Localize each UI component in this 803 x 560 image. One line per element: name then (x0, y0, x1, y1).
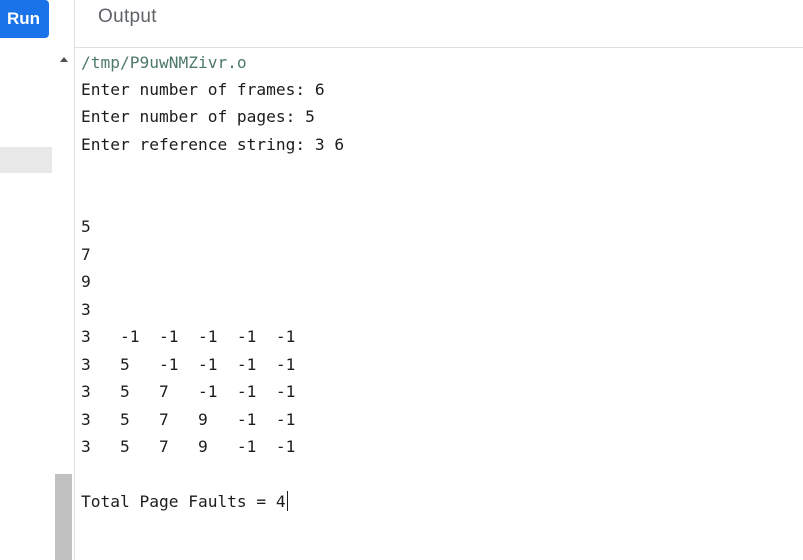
frame-table-row: 3 -1 -1 -1 -1 -1 (81, 327, 296, 346)
frame-table-row: 3 5 7 9 -1 -1 (81, 437, 296, 456)
editor-panel: Run (0, 0, 74, 560)
output-title: Output (98, 6, 157, 27)
frame-table-row: 3 5 7 9 -1 -1 (81, 410, 296, 429)
active-line-highlight (0, 147, 52, 173)
output-path-line: /tmp/P9uwNMZivr.o (81, 53, 247, 72)
output-console[interactable]: /tmp/P9uwNMZivr.o Enter number of frames… (81, 49, 796, 560)
frame-table-row: 3 5 -1 -1 -1 -1 (81, 355, 296, 374)
output-line: Enter number of frames: 6 (81, 80, 325, 99)
panel-divider[interactable] (74, 0, 75, 560)
output-line: 5 (81, 217, 91, 236)
frame-table-row: 3 5 7 -1 -1 -1 (81, 382, 296, 401)
output-header: Output (75, 0, 803, 48)
output-line: 3 (81, 300, 91, 319)
run-button-label[interactable]: Run (7, 0, 40, 38)
total-page-faults-line: Total Page Faults = 4 (81, 488, 288, 515)
online-compiler-window: Run Output /tmp/P9uwNMZivr.o Enter numbe… (0, 0, 803, 560)
output-line: Enter reference string: 3 6 (81, 135, 345, 154)
output-line: Enter number of pages: 5 (81, 107, 315, 126)
total-page-faults-text: Total Page Faults = 4 (81, 492, 286, 511)
scroll-up-arrow-icon[interactable] (60, 57, 68, 62)
run-button[interactable]: Run (0, 0, 49, 38)
output-line: 9 (81, 272, 91, 291)
editor-scrollbar-thumb[interactable] (55, 474, 72, 560)
output-line: 7 (81, 245, 91, 264)
text-cursor (286, 491, 288, 511)
